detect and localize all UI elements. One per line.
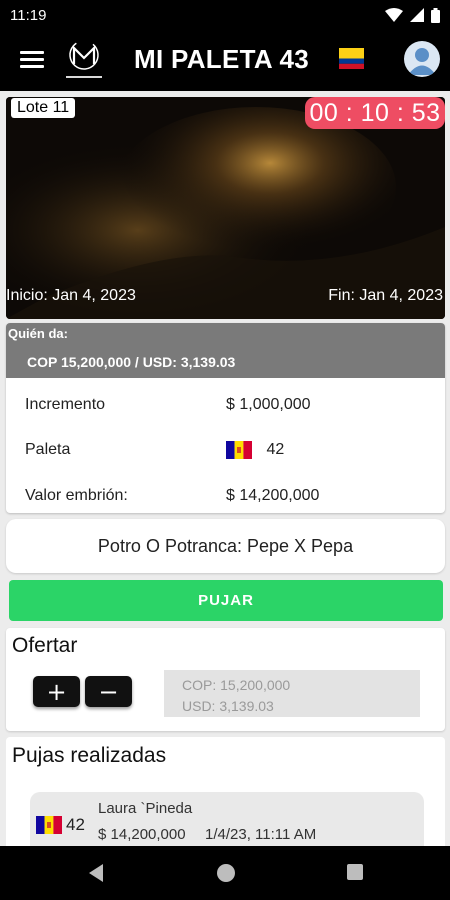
decrease-bid-button[interactable]: − (85, 676, 132, 707)
battery-icon (431, 7, 440, 23)
paddle-label: Paleta (25, 441, 71, 458)
bids-list-card: Pujas realizadas 42 Laura `Pineda $ 14,2… (6, 737, 445, 862)
increase-bid-button[interactable]: + (33, 676, 80, 707)
lot-media[interactable]: Lote 11 00 : 10 : 53 Inicio: Jan 4, 2023… (6, 97, 445, 319)
bids-heading: Pujas realizadas (12, 744, 167, 767)
lot-badge: Lote 11 (11, 98, 76, 118)
signal-icon (410, 8, 424, 22)
current-bid-header: Quién da: COP 15,200,000 / USD: 3,139.03 (6, 323, 445, 378)
offer-usd: USD: 3,139.03 (182, 698, 274, 714)
current-price: COP 15,200,000 / USD: 3,139.03 (27, 354, 236, 370)
status-icons (385, 7, 440, 23)
wifi-icon (385, 8, 403, 22)
user-avatar[interactable] (404, 41, 440, 77)
andorra-flag-icon (36, 816, 62, 834)
user-icon (408, 48, 436, 75)
system-nav-bar (0, 846, 450, 900)
home-icon[interactable] (216, 863, 236, 883)
bid-date: 1/4/23, 11:11 AM (205, 826, 317, 843)
recents-icon[interactable] (346, 863, 364, 881)
offer-cop: COP: 15,200,000 (182, 677, 291, 693)
start-date: Inicio: Jan 4, 2023 (6, 287, 136, 304)
embryo-value: $ 14,200,000 (226, 487, 320, 504)
menu-icon[interactable] (20, 51, 44, 69)
end-date: Fin: Jan 4, 2023 (328, 287, 443, 304)
colombia-flag-icon[interactable] (339, 48, 364, 69)
paddle-value-group: 42 (226, 441, 284, 459)
status-time: 11:19 (10, 6, 47, 24)
paddle-value: 42 (266, 441, 285, 459)
bidder-name: Laura `Pineda (98, 800, 193, 817)
back-icon[interactable] (87, 863, 105, 883)
pujar-button[interactable]: PUJAR (9, 580, 443, 621)
offer-card: Ofertar + − COP: 15,200,000 USD: 3,139.0… (6, 628, 445, 731)
offer-heading: Ofertar (12, 634, 78, 657)
increment-label: Incremento (25, 396, 106, 413)
lot-description: Potro O Potranca: Pepe X Pepa (6, 519, 445, 573)
bid-paddle: 42 (66, 815, 85, 834)
embryo-value-label: Valor embrión: (25, 487, 128, 504)
who-bids-label: Quién da: (8, 326, 68, 341)
page-title: MI PALETA 43 (134, 44, 310, 74)
gold-particles-image (6, 97, 445, 319)
andorra-flag-icon (226, 441, 252, 459)
app-bar: MI PALETA 43 (0, 30, 450, 91)
bid-amount: $ 14,200,000 (98, 826, 186, 843)
increment-value: $ 1,000,000 (226, 396, 311, 413)
bid-info-card: Quién da: COP 15,200,000 / USD: 3,139.03… (6, 323, 445, 513)
offer-amount-field: COP: 15,200,000 USD: 3,139.03 (164, 670, 420, 717)
status-bar: 11:19 (0, 0, 450, 30)
brand-logo (66, 40, 102, 78)
countdown-timer: 00 : 10 : 53 (305, 97, 445, 129)
